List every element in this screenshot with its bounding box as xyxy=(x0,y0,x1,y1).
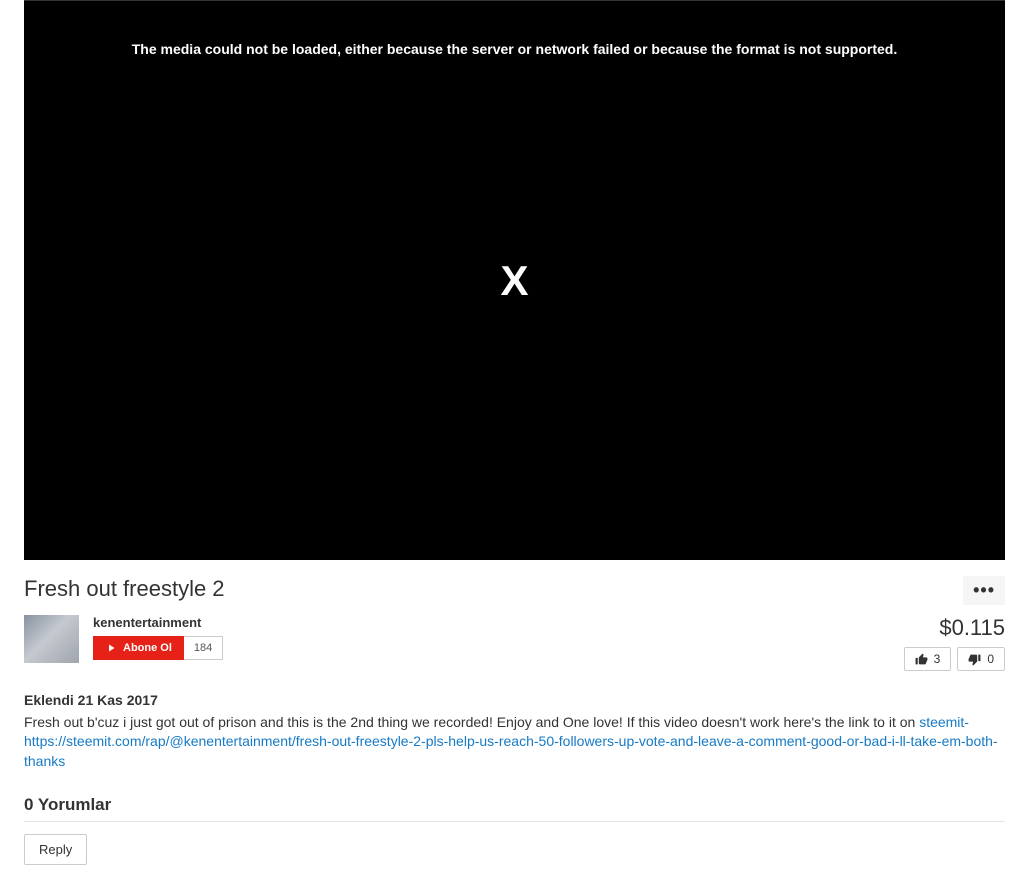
video-title: Fresh out freestyle 2 xyxy=(24,576,225,602)
upload-date: Eklendi 21 Kas 2017 xyxy=(24,691,1005,711)
like-button[interactable]: 3 xyxy=(904,647,952,671)
video-description: Eklendi 21 Kas 2017 Fresh out b'cuz i ju… xyxy=(24,691,1005,771)
play-icon xyxy=(105,642,117,654)
video-error-message: The media could not be loaded, either be… xyxy=(24,1,1005,57)
comments-header: 0 Yorumlar xyxy=(24,795,1005,822)
dislike-button[interactable]: 0 xyxy=(957,647,1005,671)
video-error-icon: X xyxy=(500,257,528,305)
uploader-name-link[interactable]: kenentertainment xyxy=(93,615,223,630)
reply-button[interactable]: Reply xyxy=(24,834,87,865)
subscribe-button[interactable]: Abone Ol xyxy=(93,636,184,660)
subscribe-label: Abone Ol xyxy=(123,642,172,654)
thumbs-up-icon xyxy=(915,653,928,666)
thumbs-down-icon xyxy=(968,653,981,666)
more-options-button[interactable]: ••• xyxy=(963,576,1005,605)
description-text: Fresh out b'cuz i just got out of prison… xyxy=(24,714,919,730)
like-count: 3 xyxy=(934,652,941,666)
earnings-amount: $0.115 xyxy=(904,615,1005,641)
dislike-count: 0 xyxy=(987,652,994,666)
video-player[interactable]: The media could not be loaded, either be… xyxy=(24,0,1005,560)
uploader-avatar[interactable] xyxy=(24,615,79,663)
subscriber-count: 184 xyxy=(184,636,223,660)
